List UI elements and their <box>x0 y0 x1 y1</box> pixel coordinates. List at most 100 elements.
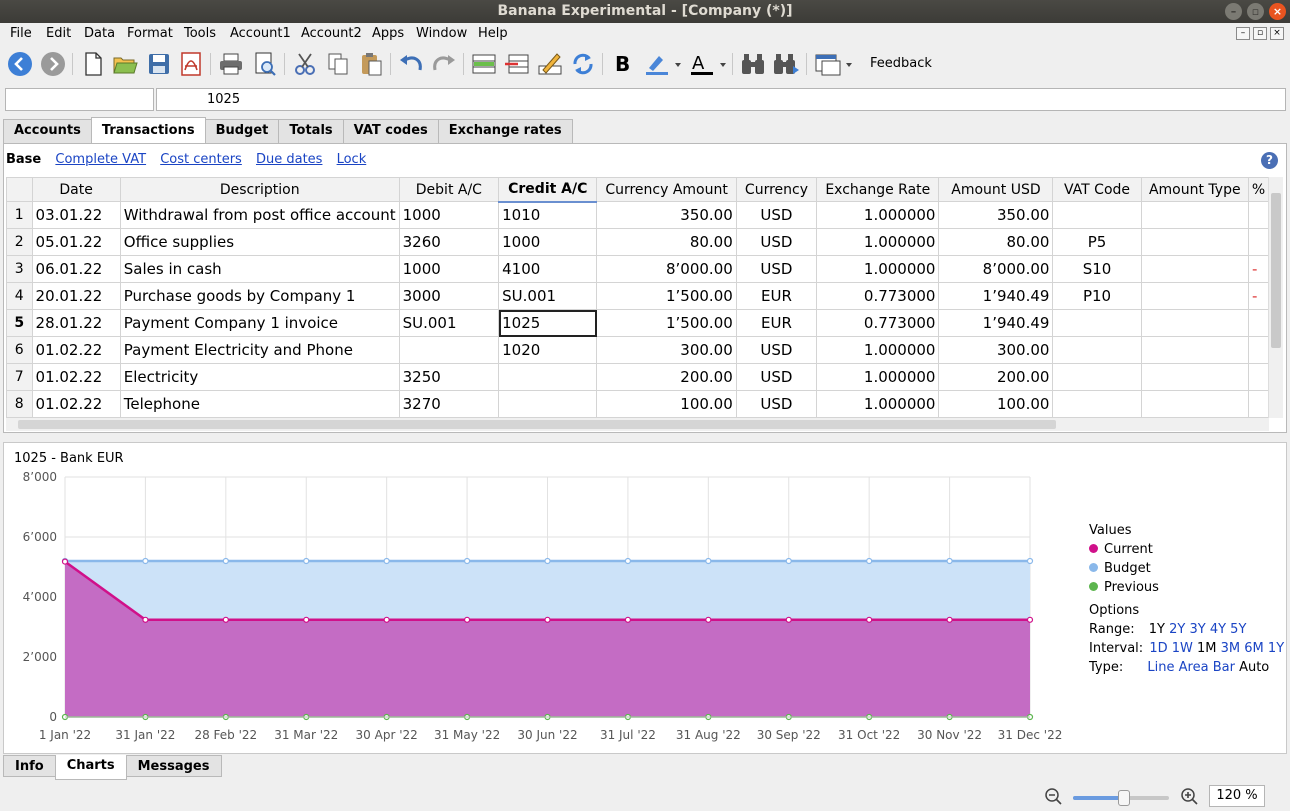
menu-account1[interactable]: Account1 <box>230 26 291 41</box>
pdf-icon[interactable] <box>177 50 205 78</box>
column-header-debit[interactable]: Debit A/C <box>398 177 500 202</box>
back-icon[interactable] <box>6 50 34 78</box>
bold-icon[interactable]: B <box>609 50 637 78</box>
table-cell[interactable]: 300.00 <box>938 336 1054 364</box>
table-cell[interactable]: 350.00 <box>596 201 737 229</box>
view-due-dates[interactable]: Due dates <box>256 152 322 167</box>
data-point-current[interactable] <box>383 616 390 623</box>
data-point-current[interactable] <box>785 616 792 623</box>
table-cell[interactable]: 100.00 <box>596 390 737 418</box>
table-cell[interactable]: 1.000000 <box>816 390 940 418</box>
row-number[interactable]: 5 <box>6 309 33 337</box>
table-cell[interactable]: USD <box>735 228 818 256</box>
zoom-in-icon[interactable] <box>1181 788 1199 810</box>
menu-edit[interactable]: Edit <box>46 26 71 41</box>
table-cell[interactable]: 1’500.00 <box>596 282 737 310</box>
menu-apps[interactable]: Apps <box>372 26 404 41</box>
data-point-current[interactable] <box>61 558 69 565</box>
table-cell[interactable]: EUR <box>735 309 818 337</box>
table-cell[interactable]: USD <box>735 336 818 364</box>
table-cell[interactable]: 200.00 <box>938 363 1054 391</box>
table-row[interactable]: 8 01.02.22 Telephone 3270 100.00 USD 1.000000 1… <box>6 390 1269 418</box>
save-icon[interactable] <box>145 50 173 78</box>
interval-1d[interactable]: 1D <box>1149 641 1167 656</box>
table-cell[interactable]: Telephone <box>119 390 400 418</box>
menu-data[interactable]: Data <box>84 26 115 41</box>
data-point-current[interactable] <box>705 616 712 623</box>
close-button[interactable]: × <box>1269 3 1286 20</box>
data-point-budget[interactable] <box>785 557 792 565</box>
data-point-budget[interactable] <box>544 557 551 565</box>
table-cell[interactable]: 0.773000 <box>816 282 940 310</box>
table-horizontal-scrollbar[interactable] <box>6 418 1269 431</box>
window-layout-icon[interactable] <box>813 50 857 78</box>
row-number[interactable]: 4 <box>6 282 33 310</box>
view-lock[interactable]: Lock <box>337 152 367 167</box>
tab-transactions[interactable]: Transactions <box>90 117 206 143</box>
menu-account2[interactable]: Account2 <box>301 26 362 41</box>
data-point-current[interactable] <box>222 616 229 623</box>
column-header-date[interactable]: Date <box>31 177 121 202</box>
forward-icon[interactable] <box>39 50 67 78</box>
table-cell[interactable]: 1000 <box>498 228 598 256</box>
table-cell[interactable]: 8’000.00 <box>938 255 1054 283</box>
table-cell[interactable]: 20.01.22 <box>31 282 121 310</box>
data-point-budget[interactable] <box>222 557 229 565</box>
table-cell[interactable]: - <box>1248 255 1269 283</box>
table-cell[interactable] <box>1140 336 1250 364</box>
interval-1y[interactable]: 1Y <box>1268 641 1284 656</box>
maximize-button[interactable]: ▫ <box>1247 3 1264 20</box>
table-cell[interactable]: 3270 <box>398 390 500 418</box>
table-cell[interactable] <box>1140 390 1250 418</box>
column-header-exchange-rate[interactable]: Exchange Rate <box>816 177 940 202</box>
data-point-budget[interactable] <box>866 557 873 565</box>
table-cell[interactable]: 01.02.22 <box>31 363 121 391</box>
table-cell[interactable]: - <box>1248 282 1269 310</box>
legend-item-budget[interactable]: Budget <box>1089 559 1284 578</box>
column-header-description[interactable]: Description <box>119 177 400 202</box>
table-cell[interactable]: 350.00 <box>938 201 1054 229</box>
table-cell[interactable]: 28.01.22 <box>31 309 121 337</box>
cell-reference-field[interactable] <box>5 88 154 111</box>
table-cell[interactable]: USD <box>735 390 818 418</box>
row-number[interactable]: 2 <box>6 228 33 256</box>
table-cell[interactable]: Payment Company 1 invoice <box>119 309 400 337</box>
table-cell[interactable]: 1000 <box>398 255 500 283</box>
view-complete-vat[interactable]: Complete VAT <box>55 152 146 167</box>
data-point-budget[interactable] <box>383 557 390 565</box>
data-point-budget[interactable] <box>1026 557 1034 565</box>
table-cell[interactable]: 1.000000 <box>816 255 940 283</box>
table-cell[interactable]: 1.000000 <box>816 336 940 364</box>
table-cell[interactable]: 200.00 <box>596 363 737 391</box>
range-1y[interactable]: 1Y <box>1149 622 1165 637</box>
table-cell[interactable]: EUR <box>735 282 818 310</box>
table-cell[interactable]: 1.000000 <box>816 201 940 229</box>
type-bar[interactable]: Bar <box>1213 660 1235 675</box>
menu-tools[interactable]: Tools <box>184 26 216 41</box>
table-cell[interactable]: 1010 <box>498 201 598 229</box>
range-4y[interactable]: 4Y <box>1210 622 1226 637</box>
data-point-current[interactable] <box>303 616 310 623</box>
table-cell[interactable]: 05.01.22 <box>31 228 121 256</box>
interval-6m[interactable]: 6M <box>1244 641 1264 656</box>
menu-format[interactable]: Format <box>127 26 173 41</box>
new-file-icon[interactable] <box>79 50 107 78</box>
type-auto[interactable]: Auto <box>1239 660 1269 675</box>
table-row[interactable]: 6 01.02.22 Payment Electricity and Phone 10… <box>6 336 1269 364</box>
redo-icon[interactable] <box>430 50 458 78</box>
table-cell[interactable] <box>1140 363 1250 391</box>
table-cell[interactable]: 300.00 <box>596 336 737 364</box>
tab-vat-codes[interactable]: VAT codes <box>342 119 439 143</box>
row-number[interactable]: 1 <box>6 201 33 229</box>
table-cell[interactable] <box>1140 228 1250 256</box>
row-number[interactable]: 8 <box>6 390 33 418</box>
tab-info[interactable]: Info <box>3 755 56 777</box>
column-header-currency[interactable]: Currency <box>735 177 818 202</box>
data-point-budget[interactable] <box>705 557 712 565</box>
table-cell[interactable] <box>1248 201 1269 229</box>
interval-1m[interactable]: 1M <box>1197 641 1217 656</box>
table-cell[interactable]: 1.000000 <box>816 228 940 256</box>
highlight-color-icon[interactable] <box>642 50 684 78</box>
column-header-amount-usd[interactable]: Amount USD <box>938 177 1054 202</box>
table-cell[interactable]: 3260 <box>398 228 500 256</box>
